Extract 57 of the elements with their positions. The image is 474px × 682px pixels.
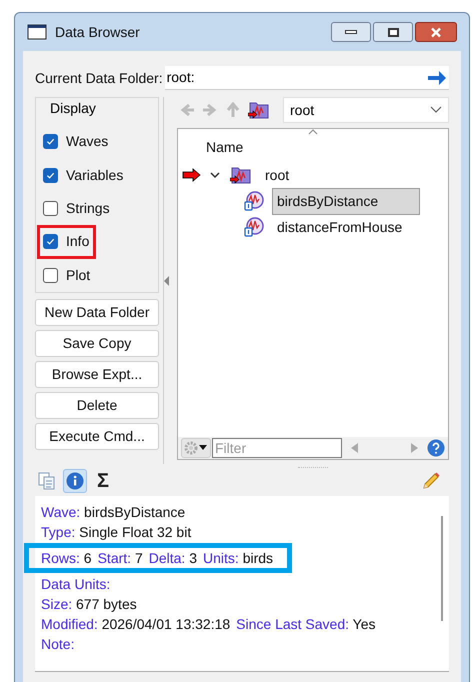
checkbox-label[interactable]: Waves [66,131,108,152]
info-line: Rows: 6 Start: 7 Delta: 3 Units: birds [41,549,274,568]
action-button[interactable]: Browse Expt... [35,361,159,388]
close-icon [430,26,442,38]
info-line: Type: Single Float 32 bit [41,523,192,542]
action-button[interactable]: Delete [35,392,159,419]
collapse-icon[interactable] [164,276,170,286]
tree-item[interactable]: root [260,162,408,188]
caret-icon [198,445,208,451]
checkbox[interactable] [43,168,58,183]
wave-icon [244,191,264,211]
caret-icon [430,106,442,114]
window-title: Data Browser [55,22,140,42]
minimize-button[interactable] [331,22,371,42]
tree-item[interactable]: birdsByDistance [272,188,420,214]
action-button[interactable]: Execute Cmd... [35,423,159,450]
info-tab[interactable]: Σ [91,469,115,493]
help-icon[interactable] [427,439,445,457]
close-button[interactable] [415,22,457,42]
window-icon [27,24,47,40]
folder-path-field[interactable]: root: [164,66,449,90]
arrow-icon[interactable] [427,70,447,86]
checkbox-label[interactable]: Strings [66,198,110,220]
info-line: Wave: birdsByDistance [41,503,186,522]
field-label: Current Data Folder: [35,68,163,88]
pencil-icon[interactable] [421,471,441,491]
column-header[interactable]: Name [206,137,244,158]
checkbox-label[interactable]: Plot [66,264,90,286]
current-folder-icon [230,165,252,185]
info-line: Modified: 2026/04/01 13:32:18 Since Last Saved: Yes [41,615,376,634]
tree-item[interactable]: distanceFromHouse [272,214,420,240]
checkbox[interactable] [43,234,58,250]
gear-dropdown[interactable] [181,438,211,458]
scrollbar[interactable] [441,516,443,621]
maximize-button[interactable] [373,22,413,42]
info-icon [66,472,84,490]
checkbox-label[interactable]: Variables [66,164,124,186]
checkbox[interactable] [43,268,58,283]
filter-field[interactable]: Filter [212,438,342,458]
checkbox[interactable] [43,134,58,150]
info-line: Size: 677 bytes [41,595,137,614]
info-tab[interactable] [63,469,87,493]
folder-dropdown[interactable]: root [283,97,449,123]
sort-icon [308,129,318,135]
pages-icon [38,472,56,490]
check-icon [46,137,55,146]
action-button[interactable]: Save Copy [35,330,159,357]
checkbox-label[interactable]: Info [66,231,90,252]
info-line: Note: [41,635,74,654]
info-line: Data Units: [41,575,110,594]
checkbox[interactable] [43,201,58,216]
check-icon [46,170,55,180]
wave-icon [244,217,264,237]
gear-icon [184,441,198,455]
current-folder-icon [248,100,270,120]
check-icon [46,237,55,246]
action-button[interactable]: New Data Folder [35,299,159,326]
